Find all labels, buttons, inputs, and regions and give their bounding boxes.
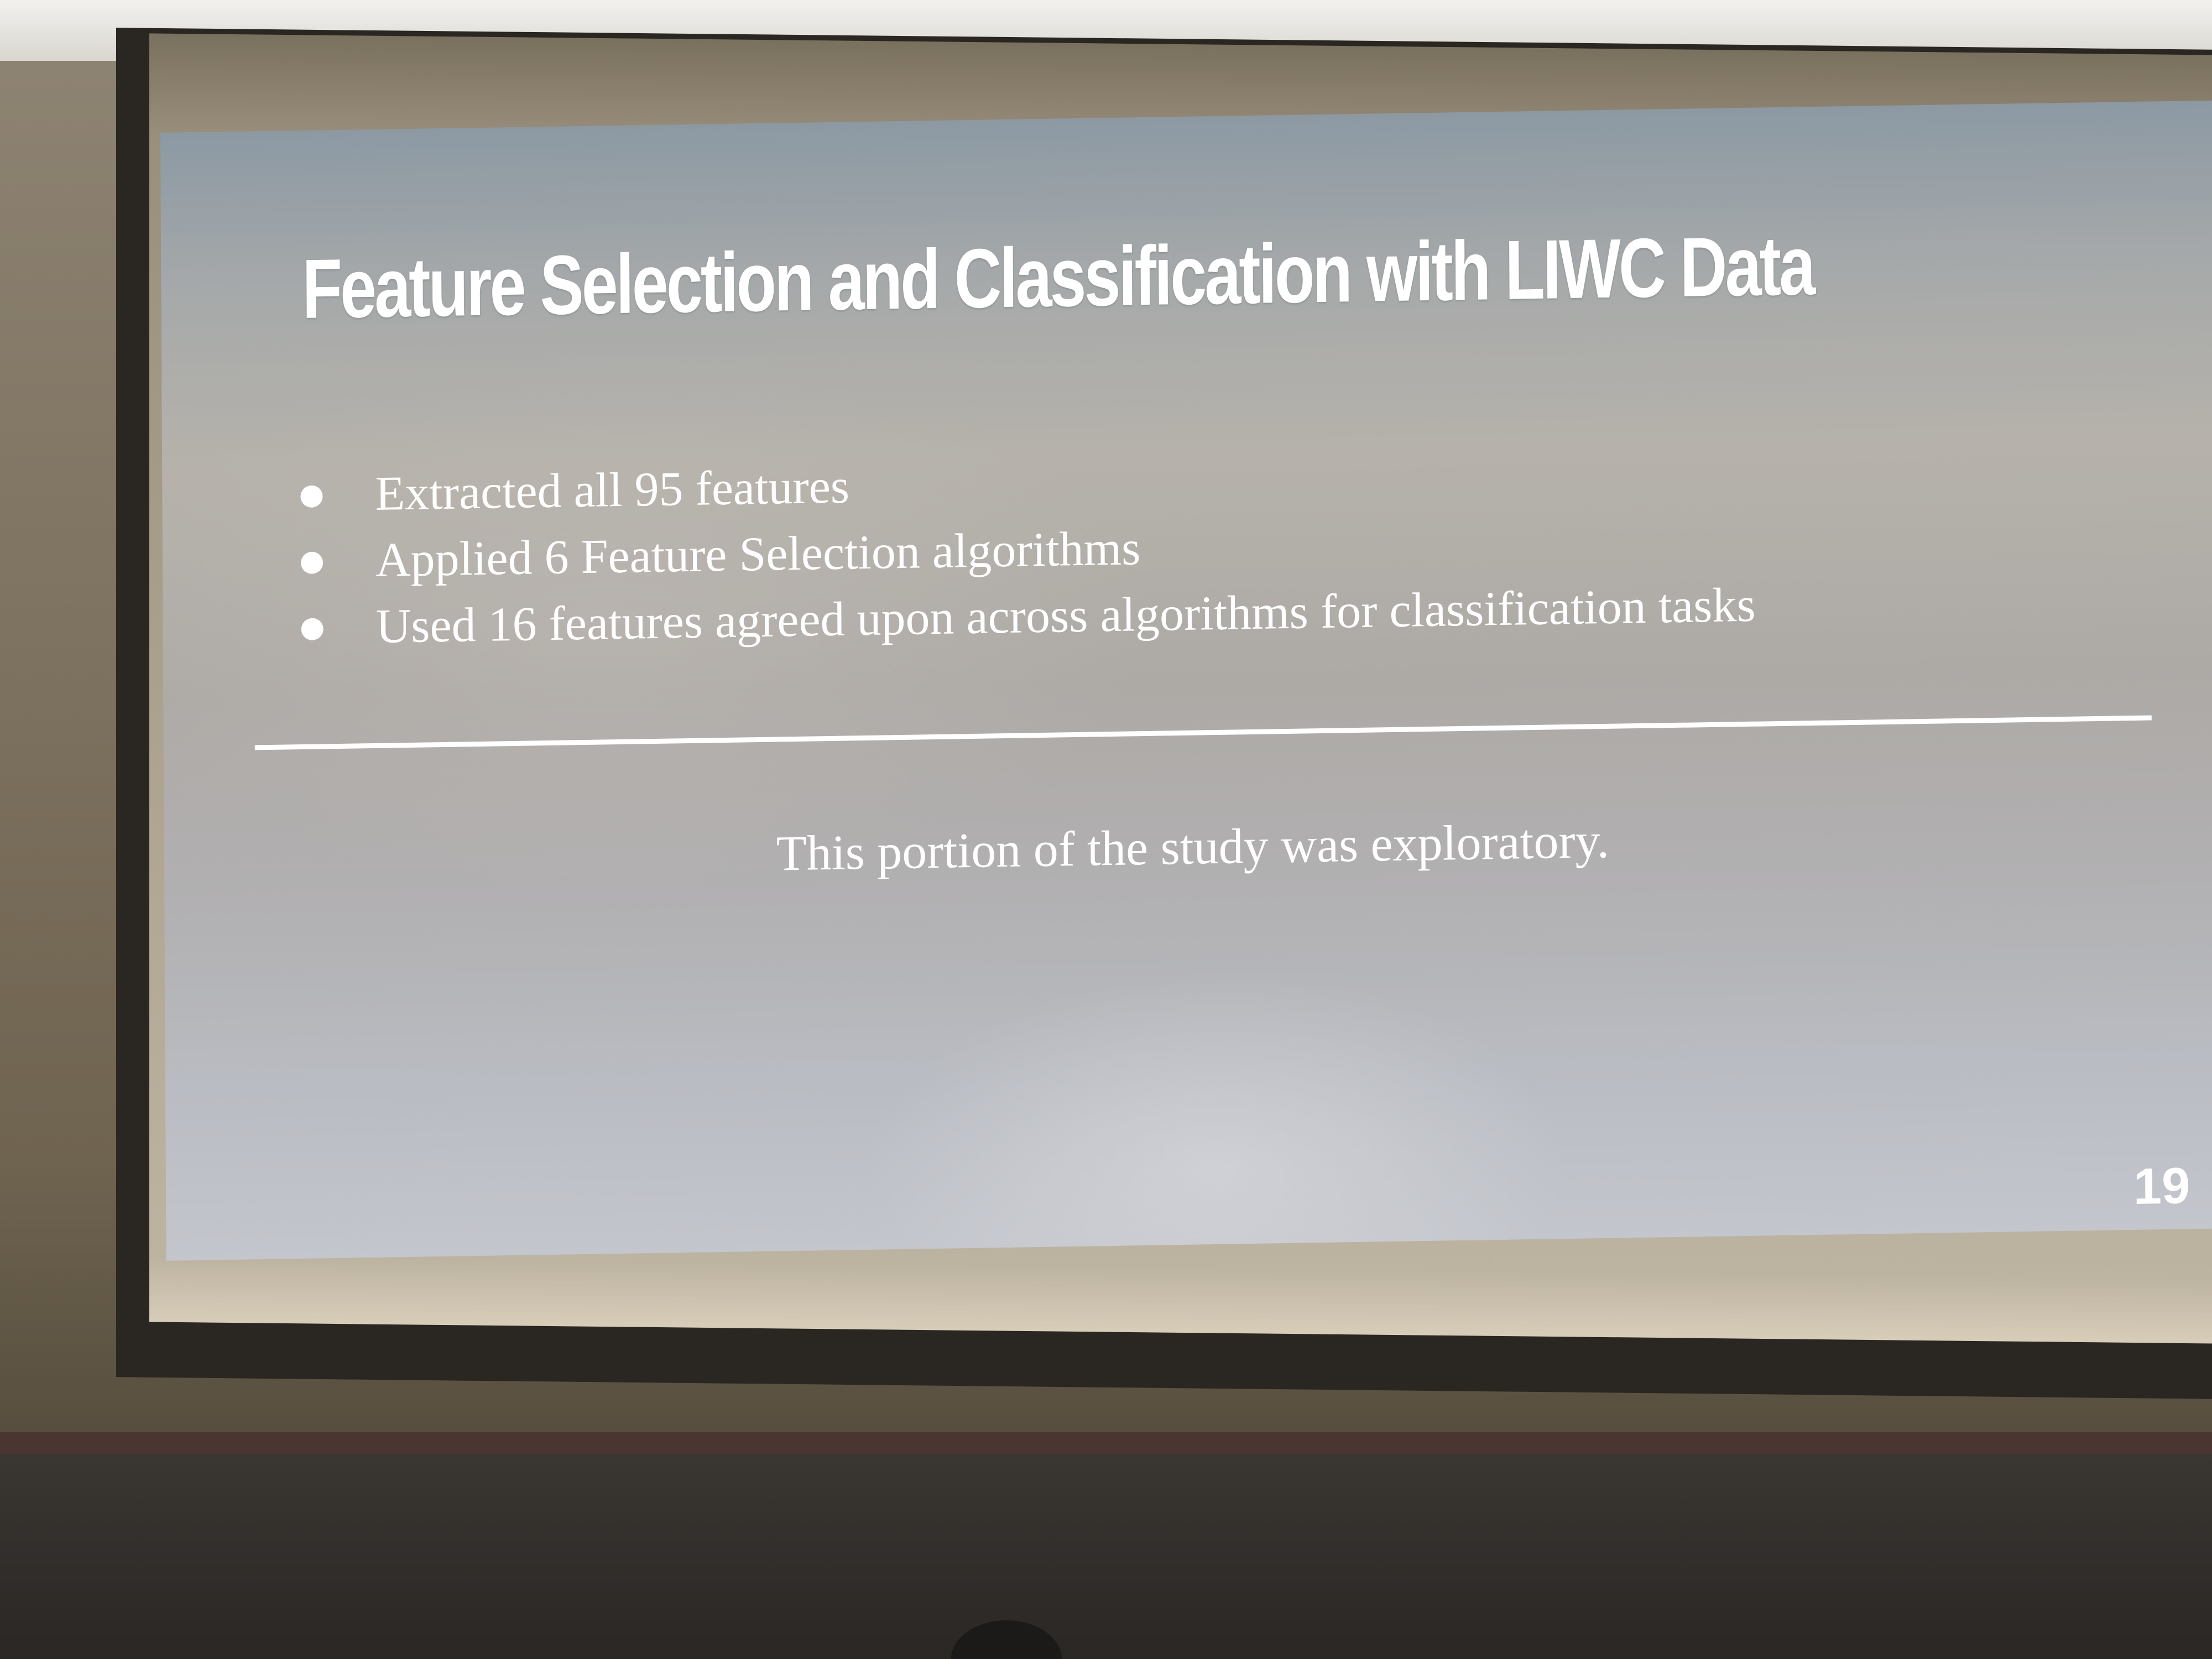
lower-wall <box>0 1454 2212 1659</box>
bullet-text: Applied 6 Feature Selection algorithms <box>375 521 1141 587</box>
slide-title: Feature Selection and Classification wit… <box>302 218 1814 336</box>
horizontal-divider <box>254 715 2152 750</box>
bullet-list: Extracted all 95 features Applied 6 Feat… <box>300 440 1756 661</box>
bullet-dot-icon <box>301 618 324 641</box>
bullet-text: Extracted all 95 features <box>375 460 850 521</box>
slide-note: This portion of the study was explorator… <box>776 813 1610 881</box>
bullet-dot-icon <box>300 551 324 575</box>
photo-scene: Feature Selection and Classification wit… <box>0 0 2212 1659</box>
bullet-dot-icon <box>300 485 323 508</box>
presentation-slide: Feature Selection and Classification wit… <box>160 100 2212 1261</box>
slide-page-number: 19 <box>2133 1157 2190 1215</box>
wall-trim <box>0 1432 2212 1454</box>
